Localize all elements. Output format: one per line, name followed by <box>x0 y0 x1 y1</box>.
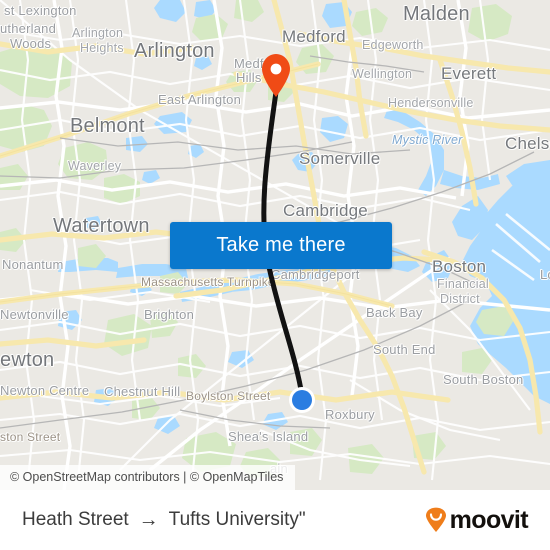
trip-destination: Tufts University" <box>168 509 306 530</box>
trip-summary: Heath Street → Tufts University" <box>22 509 306 531</box>
moovit-logo[interactable]: moovit <box>424 505 529 534</box>
moovit-pin-icon <box>425 507 446 532</box>
take-me-there-button[interactable]: Take me there <box>170 222 392 269</box>
arrow-right-icon: → <box>138 509 159 531</box>
trip-origin: Heath Street <box>22 509 129 530</box>
map-screenshot-root: st Lexington utherland Woods Arlington Heigh… <box>0 0 550 550</box>
map-canvas[interactable]: st Lexington utherland Woods Arlington Heigh… <box>0 0 550 490</box>
moovit-wordmark: moovit <box>449 505 529 534</box>
map-attribution[interactable]: © OpenStreetMap contributors | © OpenMap… <box>0 465 296 490</box>
footer-bar: Heath Street → Tufts University" moovit <box>0 490 550 550</box>
